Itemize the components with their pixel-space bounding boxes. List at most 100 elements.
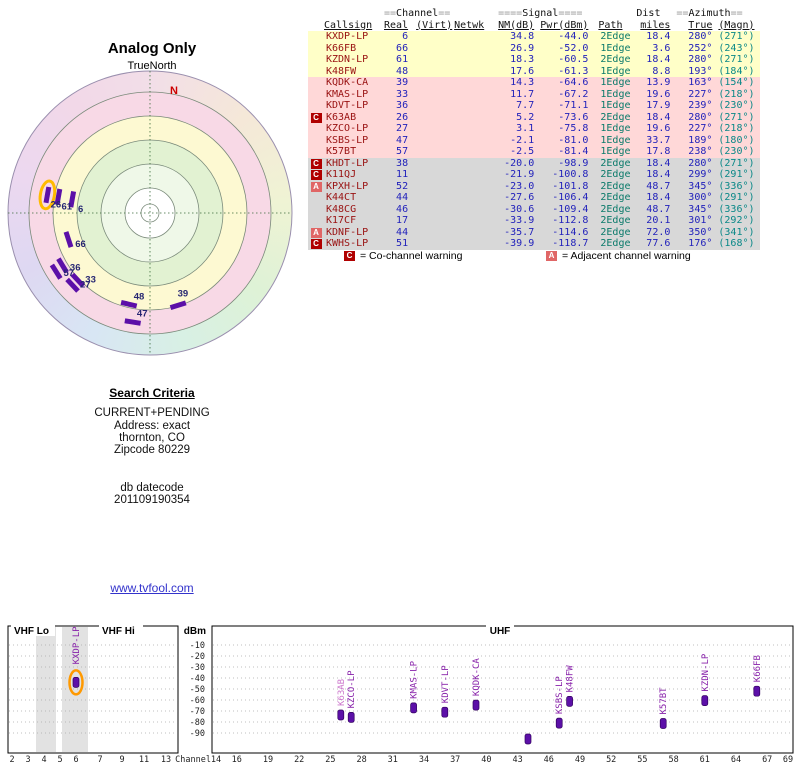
cell-real-channel: 36 xyxy=(384,100,417,112)
cell-virt-channel xyxy=(416,100,455,112)
cell-virt-channel xyxy=(416,146,455,158)
cell-nm-db: -23.0 xyxy=(498,180,541,192)
channel-tick-label: 16 xyxy=(232,755,242,765)
cell-network xyxy=(454,42,499,54)
cell-network xyxy=(454,203,499,215)
cell-network xyxy=(454,146,499,158)
cell-warning-marker xyxy=(308,77,324,89)
channel-tick-label: 5 xyxy=(57,755,62,765)
cell-azimuth-magn: (184°) xyxy=(714,65,761,77)
cell-azimuth-magn: (271°) xyxy=(714,31,761,43)
cell-real-channel: 26 xyxy=(384,111,417,123)
cell-virt-channel xyxy=(416,134,455,146)
cell-path: 2Edge xyxy=(594,215,637,227)
cell-virt-channel xyxy=(416,238,455,250)
tvfool-link[interactable]: www.tvfool.com xyxy=(110,581,193,595)
cell-real-channel: 47 xyxy=(384,134,417,146)
cell-azimuth-magn: (168°) xyxy=(714,238,761,250)
cell-azimuth-true: 252° xyxy=(676,42,715,54)
adjacent-marker: A xyxy=(310,181,322,192)
signal-bar-KDVT-LP xyxy=(441,706,449,718)
channel-tick-label: 46 xyxy=(544,755,554,765)
uhf-label: UHF xyxy=(490,626,511,637)
cell-miles: 8.8 xyxy=(636,65,677,77)
cell-virt-channel xyxy=(416,192,455,204)
cell-callsign: K17CF xyxy=(324,215,384,227)
channel-tick-label: 19 xyxy=(263,755,273,765)
cell-nm-db: 34.8 xyxy=(498,31,541,43)
signal-bar-KSBS-LP xyxy=(555,717,563,729)
col-header-magn: (Magn) xyxy=(718,19,755,31)
table-row: C K63AB 26 5.2 -73.6 2Edge 18.4 280° (271°) xyxy=(308,111,761,123)
dbm-tick-label: -30 xyxy=(190,663,205,673)
channel-tick-label: 61 xyxy=(700,755,710,765)
col-header-callsign: Callsign xyxy=(324,19,373,31)
cell-virt-channel xyxy=(416,111,455,123)
cell-nm-db: -2.1 xyxy=(498,134,541,146)
table-row: A KDNF-LP 44 -35.7 -114.6 2Edge 72.0 350° (341°) xyxy=(308,226,761,238)
cell-pwr-dbm: -81.4 xyxy=(540,146,595,158)
cell-azimuth-true: 193° xyxy=(676,65,715,77)
cell-warning-marker xyxy=(308,123,324,135)
cell-miles: 13.9 xyxy=(636,77,677,89)
cell-nm-db: 17.6 xyxy=(498,65,541,77)
dbm-tick-label: -70 xyxy=(190,707,205,717)
channel-tick-label: 25 xyxy=(325,755,335,765)
cell-virt-channel xyxy=(416,77,455,89)
cell-real-channel: 6 xyxy=(384,31,417,43)
signal-bar-KMAS-LP xyxy=(410,702,417,714)
channel-tick-label: 28 xyxy=(356,755,366,765)
cell-network xyxy=(454,157,499,169)
cell-azimuth-magn: (218°) xyxy=(714,123,761,135)
cell-path: 1Edge xyxy=(594,77,637,89)
cell-nm-db: -35.7 xyxy=(498,226,541,238)
cell-callsign: KDNF-LP xyxy=(324,226,384,238)
cell-pwr-dbm: -81.0 xyxy=(540,134,595,146)
cell-azimuth-true: 163° xyxy=(676,77,715,89)
cell-warning-marker: A xyxy=(308,180,324,192)
dbm-tick-label: -80 xyxy=(190,718,205,728)
cell-real-channel: 17 xyxy=(384,215,417,227)
cell-virt-channel xyxy=(416,65,455,77)
cell-azimuth-true: 189° xyxy=(676,134,715,146)
cell-virt-channel xyxy=(416,203,455,215)
group-header-dist: Dist xyxy=(636,8,661,19)
cell-nm-db: 18.3 xyxy=(498,54,541,66)
cell-path: 1Edge xyxy=(594,123,637,135)
cell-real-channel: 46 xyxy=(384,203,417,215)
cell-pwr-dbm: -112.8 xyxy=(540,215,595,227)
search-criteria-heading: Search Criteria xyxy=(109,386,195,400)
dbm-tick-label: -50 xyxy=(190,685,205,695)
channel-tick-label: 4 xyxy=(41,755,46,765)
table-row: K57BT 57 -2.5 -81.4 1Edge 17.8 238° (230°) xyxy=(308,146,761,158)
cell-warning-marker: C xyxy=(308,169,324,181)
cell-network xyxy=(454,31,499,43)
cell-azimuth-true: 301° xyxy=(676,215,715,227)
cell-miles: 18.4 xyxy=(636,54,677,66)
dbm-tick-label: -90 xyxy=(190,729,205,739)
cell-nm-db: 3.1 xyxy=(498,123,541,135)
cell-network xyxy=(454,226,499,238)
cell-pwr-dbm: -114.6 xyxy=(540,226,595,238)
cell-pwr-dbm: -71.1 xyxy=(540,100,595,112)
channel-tick-label: 67 xyxy=(762,755,772,765)
col-header-pwr: Pwr(dBm) xyxy=(540,19,589,31)
table-row: KMAS-LP 33 11.7 -67.2 1Edge 19.6 227° (218°) xyxy=(308,88,761,100)
channel-tick-label: 43 xyxy=(512,755,522,765)
cell-nm-db: 7.7 xyxy=(498,100,541,112)
cell-azimuth-magn: (341°) xyxy=(714,226,761,238)
cell-network xyxy=(454,192,499,204)
cell-azimuth-magn: (271°) xyxy=(714,111,761,123)
cell-callsign: K48FW xyxy=(324,65,384,77)
table-row: KQDK-CA 39 14.3 -64.6 1Edge 13.9 163° (154°) xyxy=(308,77,761,89)
radar-channel-label: 39 xyxy=(178,288,189,299)
cell-azimuth-true: 345° xyxy=(676,203,715,215)
cell-callsign: K11QJ xyxy=(324,169,384,181)
cell-azimuth-true: 238° xyxy=(676,146,715,158)
table-group-header-row: ==Channel== ====Signal==== Dist ==Azimut… xyxy=(308,8,760,20)
table-row: K44CT 44 -27.6 -106.4 2Edge 18.4 300° (291°) xyxy=(308,192,761,204)
dbm-axis-label: dBm xyxy=(184,626,206,637)
legend-adjacent: A = Adjacent channel warning xyxy=(546,250,691,262)
cell-miles: 18.4 xyxy=(636,192,677,204)
cell-warning-marker: C xyxy=(308,157,324,169)
